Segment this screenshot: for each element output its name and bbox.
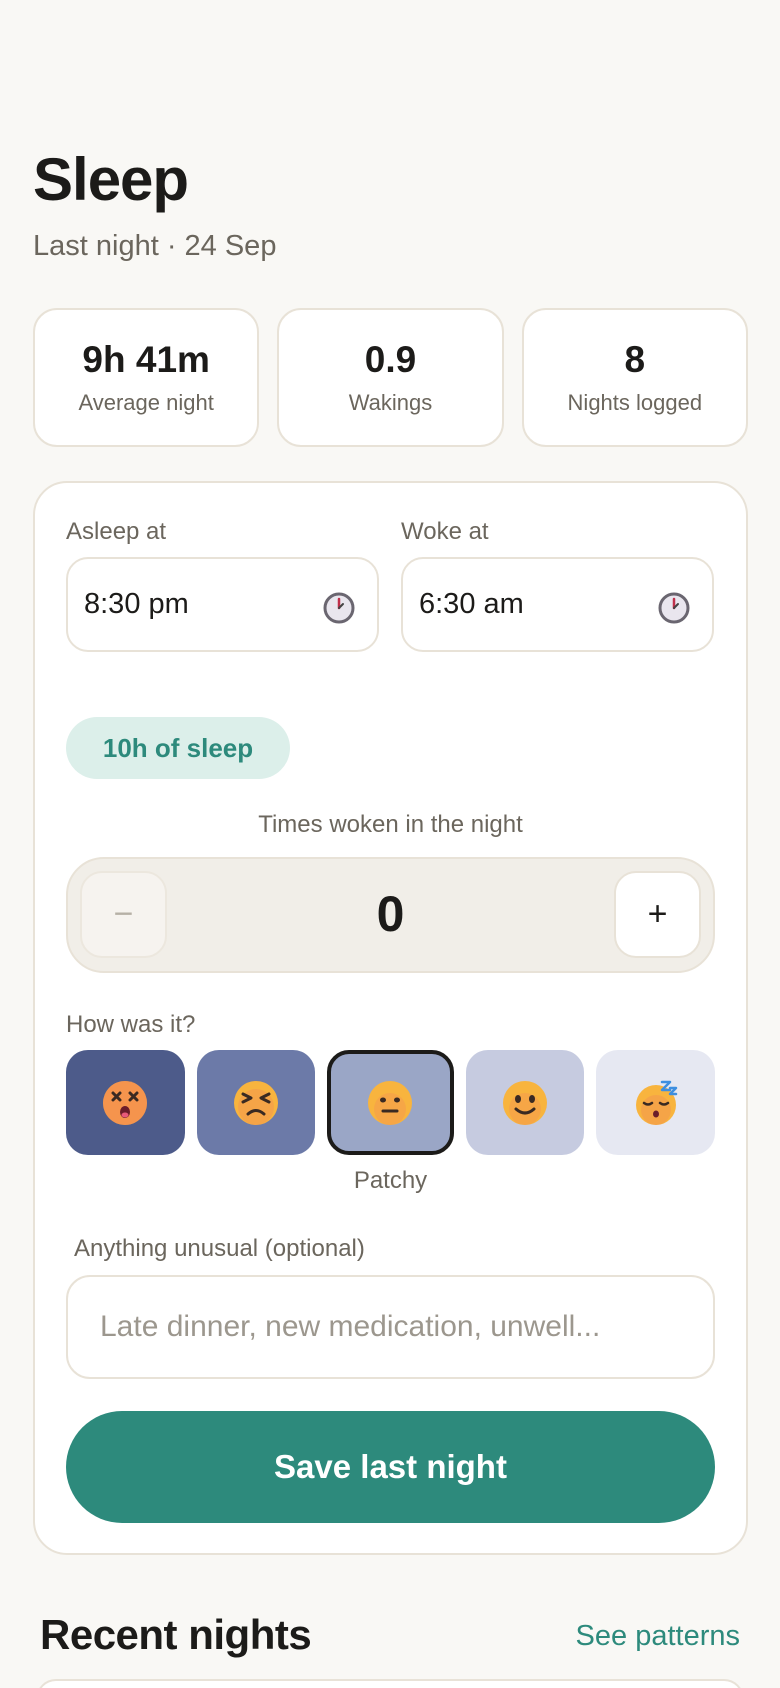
sleep-screen: Sleep Last night · 24 Sep 9h 41m Average… bbox=[0, 0, 780, 1688]
stat-value: 8 bbox=[624, 339, 646, 380]
page-title: Sleep bbox=[33, 146, 189, 213]
log-sleep-card: Asleep at 8:30 pm Woke at 6:30 am 10h of… bbox=[33, 481, 748, 1555]
clock-icon bbox=[323, 592, 355, 624]
times-woken-stepper: − 0 + bbox=[66, 857, 715, 973]
stat-label: Wakings bbox=[348, 390, 433, 415]
stat-label: Nights logged bbox=[567, 390, 703, 415]
notes-label: Anything unusual (optional) bbox=[74, 1235, 365, 1262]
sleep-duration-badge: 10h of sleep bbox=[66, 717, 290, 779]
selected-mood-label: Patchy bbox=[353, 1167, 428, 1194]
sleeping-face-icon bbox=[635, 1080, 677, 1125]
tired-face-icon bbox=[233, 1080, 278, 1125]
mood-option-1[interactable] bbox=[66, 1050, 185, 1155]
stat-label: Average night bbox=[78, 390, 214, 415]
neutral-face-icon bbox=[368, 1080, 413, 1125]
mood-option-5[interactable] bbox=[596, 1050, 715, 1155]
recent-nights-heading: Recent nights bbox=[40, 1611, 312, 1658]
mood-option-3-selected[interactable] bbox=[327, 1050, 454, 1155]
stat-average-night: 9h 41m Average night bbox=[33, 308, 260, 447]
stat-wakings: 0.9 Wakings bbox=[277, 308, 504, 447]
asleep-at-input[interactable]: 8:30 pm bbox=[66, 557, 379, 652]
save-last-night-button[interactable]: Save last night bbox=[66, 1411, 715, 1523]
woke-at-input[interactable]: 6:30 am bbox=[401, 557, 714, 652]
clock-icon bbox=[658, 592, 690, 624]
sleep-quality-label: How was it? bbox=[66, 1011, 196, 1038]
woke-at-value: 6:30 am bbox=[419, 588, 524, 620]
times-woken-label: Times woken in the night bbox=[258, 811, 523, 838]
stats-row: 9h 41m Average night 0.9 Wakings 8 Night… bbox=[33, 308, 748, 447]
notes-input[interactable] bbox=[66, 1275, 715, 1379]
asleep-at-label: Asleep at bbox=[66, 518, 167, 545]
stat-value: 0.9 bbox=[364, 339, 417, 380]
asleep-at-value: 8:30 pm bbox=[84, 588, 189, 620]
sleep-quality-options bbox=[66, 1050, 715, 1155]
woke-at-label: Woke at bbox=[401, 518, 489, 545]
stat-nights-logged: 8 Nights logged bbox=[521, 308, 748, 447]
mood-option-4[interactable] bbox=[465, 1050, 585, 1155]
stat-value: 9h 41m bbox=[82, 339, 210, 380]
increment-button[interactable]: + bbox=[614, 871, 701, 958]
recent-nights-card bbox=[36, 1679, 744, 1688]
mood-option-2[interactable] bbox=[196, 1050, 316, 1155]
dizzy-face-icon bbox=[103, 1080, 148, 1125]
smiling-face-icon bbox=[503, 1080, 548, 1125]
page-subtitle: Last night · 24 Sep bbox=[33, 230, 277, 262]
see-patterns-link[interactable]: See patterns bbox=[576, 1622, 740, 1651]
